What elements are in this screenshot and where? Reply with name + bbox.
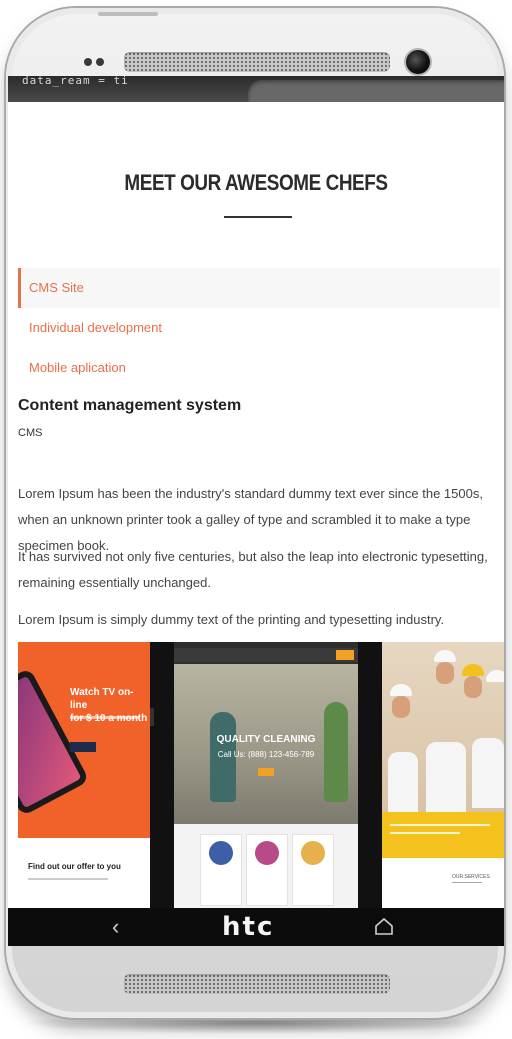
bottom-speaker-grille — [124, 974, 390, 994]
hero-laptop-image — [248, 80, 504, 102]
gallery-separator — [358, 642, 382, 908]
tab-cms-site[interactable]: CMS Site — [18, 268, 500, 308]
portfolio-gallery: Watch TV on-line for $ 10 a month Find o… — [18, 642, 504, 908]
cleaning-phone: Call Us: (888) 123-456-789 — [217, 750, 315, 759]
portfolio-screenshot-tv[interactable]: Watch TV on-line for $ 10 a month Find o… — [18, 642, 150, 908]
team-card — [292, 834, 334, 906]
cleaning-site-nav — [174, 648, 358, 662]
tv-find-offer-subtext — [28, 878, 108, 880]
section-title: MEET OUR AWESOME CHEFS — [124, 170, 388, 195]
proximity-sensor — [84, 58, 92, 66]
tab-mobile-application[interactable]: Mobile aplication — [18, 348, 500, 388]
tab-list: CMS Site Individual development Mobile a… — [18, 268, 500, 388]
cleaning-team-cards — [174, 824, 358, 908]
tab-individual-development[interactable]: Individual development — [18, 308, 500, 348]
portfolio-screenshot-cleaning[interactable]: QUALITY CLEANING Call Us: (888) 123-456-… — [174, 642, 358, 908]
cleaning-headline: QUALITY CLEANING — [216, 734, 316, 745]
content-paragraph-3: Lorem Ipsum is simply dummy text of the … — [18, 612, 445, 627]
construction-services-divider — [452, 882, 482, 883]
cleaning-cta-button — [258, 768, 274, 776]
tv-promo-button — [70, 742, 96, 752]
brand-logo: htc — [222, 912, 275, 942]
back-chevron-icon[interactable]: ‹ — [112, 915, 119, 939]
team-card — [200, 834, 242, 906]
hero-image-strip: data_ream = ti — [8, 76, 504, 102]
phone-top-seam — [98, 12, 158, 16]
device-nav-bar: ‹ htc — [8, 908, 504, 946]
hero-code-text: data_ream = ti — [22, 76, 129, 87]
cleaning-nav-button — [336, 650, 354, 660]
gallery-separator — [150, 642, 174, 908]
phone-screen: data_ream = ti MEET OUR AWESOME CHEFS CM… — [8, 76, 504, 908]
team-card — [246, 834, 288, 906]
construction-services-title: OUR SERVICES — [452, 874, 490, 880]
top-speaker-grille — [124, 52, 390, 72]
tv-promo-line-1: Watch TV on-line — [70, 687, 134, 711]
title-divider — [224, 216, 292, 218]
construction-workers-image — [382, 642, 504, 822]
construction-banner — [382, 812, 504, 858]
content-subheading: CMS — [18, 427, 43, 439]
tv-find-offer-text: Find out our offer to you — [28, 862, 121, 871]
light-sensor — [96, 58, 104, 66]
front-camera — [406, 50, 430, 74]
content-paragraph-2: It has survived not only five centuries,… — [18, 549, 488, 590]
portfolio-screenshot-construction[interactable]: OUR SERVICES — [382, 642, 504, 908]
home-icon[interactable] — [374, 916, 394, 936]
tv-promo-text: Watch TV on-line for $ 10 a month — [70, 686, 150, 725]
tv-promo-subtext — [70, 716, 140, 719]
content-heading: Content management system — [18, 397, 242, 414]
